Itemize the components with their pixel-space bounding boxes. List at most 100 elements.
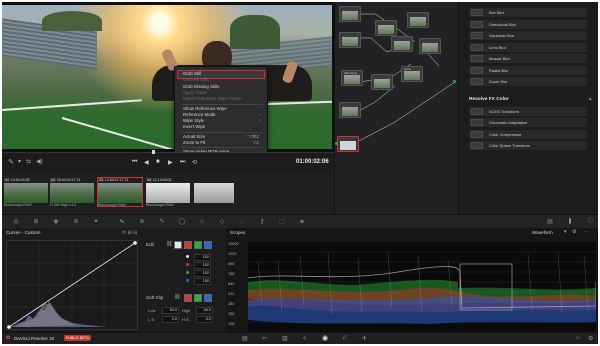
effect-item[interactable]: Lens Blur — [469, 42, 587, 52]
channel-green[interactable] — [194, 294, 202, 302]
rgb-mixer-icon[interactable]: ⊚ — [72, 218, 80, 226]
effect-item[interactable]: Color Space Transform — [469, 141, 587, 150]
picker-icon[interactable]: ✎ — [8, 158, 14, 166]
channel-red[interactable] — [184, 241, 192, 249]
curves-icon[interactable]: ∿ — [118, 218, 126, 226]
node-graph[interactable]: Skin Tone Glow — [334, 2, 459, 214]
color-warper-icon[interactable]: ⊕ — [138, 218, 146, 226]
effect-item[interactable]: Color Compressor — [469, 129, 587, 139]
color-page-icon[interactable]: ◉ — [322, 334, 328, 342]
effect-item[interactable]: Radial Blur — [469, 65, 587, 75]
curve-graph[interactable] — [6, 240, 138, 330]
menu-item[interactable]: Actual Size ⌥⌘Z — [183, 134, 263, 140]
input-node-dot[interactable] — [335, 142, 338, 145]
color-match-icon[interactable]: ⊞ — [32, 218, 40, 226]
node-selected[interactable] — [337, 136, 359, 152]
fairlight-page-icon[interactable]: ♫ — [342, 335, 347, 341]
edit-page-icon[interactable]: ▥ — [282, 335, 288, 342]
channel-y[interactable] — [174, 241, 182, 249]
settings-icon[interactable]: ⚙ — [588, 335, 593, 342]
high-value[interactable]: 50.0 — [196, 307, 213, 314]
effect-item[interactable]: Gaussian Blur — [469, 31, 587, 40]
channel-blue[interactable] — [204, 294, 212, 302]
effect-item[interactable]: Directional Blur — [469, 19, 587, 29]
output-node-dot[interactable] — [453, 80, 456, 83]
window-icon[interactable]: ◯ — [178, 218, 186, 226]
skip-back-icon[interactable]: ⏮ — [132, 159, 137, 166]
node[interactable] — [339, 32, 361, 48]
3d-icon[interactable]: ◈ — [298, 218, 306, 226]
stop-icon[interactable]: ■ — [156, 159, 160, 165]
link-icon[interactable]: ⛓ — [174, 294, 180, 300]
home-icon[interactable]: ⌂ — [576, 335, 580, 341]
menu-item[interactable]: Grab Still — [183, 71, 263, 77]
chevron-up-icon[interactable]: ▴ — [589, 96, 592, 102]
node[interactable] — [339, 6, 361, 22]
clip-thumbnail[interactable]: 02 00:00:00:17V1 H.264 High L4.0 — [50, 178, 94, 207]
color-wheels-icon[interactable]: ◉ — [52, 218, 60, 226]
scrub-bar[interactable] — [2, 152, 334, 153]
clip-thumbnail[interactable]: 03 14:50:47:17V1 Blackmagic RAW — [97, 177, 143, 207]
node[interactable] — [371, 74, 393, 90]
media-page-icon[interactable]: ▤ — [242, 335, 248, 342]
dropdown-icon[interactable]: ▾ — [18, 158, 21, 165]
sizing-icon[interactable]: ⬚ — [278, 218, 286, 226]
effect-item[interactable]: Chromatic Adaptation — [469, 118, 587, 127]
skip-forward-icon[interactable]: ⏭ — [180, 159, 185, 166]
menu-item[interactable]: Show Reference Wipe — [183, 106, 263, 112]
intensity-value[interactable]: 100 — [194, 262, 211, 269]
node-skin-tone[interactable]: Skin Tone — [341, 70, 363, 86]
fusion-page-icon[interactable]: ✧ — [302, 335, 307, 342]
motion-effects-icon[interactable]: ✦ — [92, 218, 100, 226]
key-icon[interactable]: ⚷ — [258, 218, 266, 226]
hs-value[interactable]: 0.0 — [196, 316, 213, 323]
effect-item[interactable]: Box Blur — [469, 8, 587, 17]
audio-icon[interactable]: ◀) — [36, 158, 43, 165]
more-options-icon[interactable]: ⋯ — [584, 229, 589, 235]
settings-icon[interactable]: ⚙ — [572, 229, 576, 235]
low-value[interactable]: 50.0 — [162, 307, 179, 314]
intensity-value[interactable]: 100 — [194, 270, 211, 277]
blur-icon[interactable]: ◌ — [238, 218, 246, 226]
play-reverse-icon[interactable]: ◀ — [144, 159, 149, 166]
menu-item[interactable]: Wipe Style › — [183, 118, 263, 124]
intensity-value[interactable]: 100 — [194, 254, 211, 261]
menu-item[interactable]: Invert Wipe — [183, 124, 263, 130]
node[interactable] — [339, 102, 361, 118]
magic-mask-icon[interactable]: ◇ — [218, 218, 226, 226]
node[interactable] — [419, 38, 441, 54]
menu-item[interactable]: Grab Missing Stills — [183, 84, 263, 90]
cut-page-icon[interactable]: ✂ — [262, 335, 267, 342]
scope-mode-select[interactable]: Waveform — [532, 230, 553, 235]
node[interactable] — [407, 12, 429, 28]
channel-red[interactable] — [184, 294, 192, 302]
node[interactable] — [375, 20, 397, 36]
clip-thumbnail[interactable]: 04 21:13:53:04 Blackmagic RAW — [146, 178, 190, 207]
ls-value[interactable]: 0.0 — [162, 316, 179, 323]
viewer-video-frame[interactable] — [2, 5, 332, 149]
intensity-value[interactable]: 100 — [194, 278, 211, 285]
channel-blue[interactable] — [204, 241, 212, 249]
loop-icon[interactable]: ⟲ — [192, 159, 197, 166]
effect-item[interactable]: ACES Transform — [469, 106, 587, 116]
clip-thumbnail[interactable]: 01 14:50:40:28 Blackmagic RAW — [4, 178, 48, 207]
play-icon[interactable]: ▶ — [168, 159, 173, 166]
chevron-down-icon[interactable]: ▾ — [564, 229, 567, 235]
clip-thumbnail[interactable] — [194, 178, 234, 206]
menu-item[interactable]: Zoom to Fit ⇧Z — [183, 140, 263, 146]
scopes-toggle-icon[interactable]: ▤ — [546, 218, 554, 226]
link-icon[interactable]: ⛓ — [166, 241, 172, 247]
deliver-page-icon[interactable]: ✈ — [362, 335, 367, 342]
node-glow[interactable]: Glow — [401, 66, 423, 82]
info-icon[interactable]: ⓘ — [586, 218, 594, 226]
waveform-toggle-icon[interactable]: ⫼ — [566, 218, 574, 226]
menu-item[interactable]: Reference Mode › — [183, 112, 263, 118]
wipe-icon[interactable]: ⇆ — [26, 158, 31, 165]
effect-item[interactable]: Mosaic Blur — [469, 54, 587, 63]
qualifier-icon[interactable]: ✎ — [158, 218, 166, 226]
effect-item[interactable]: Zoom Blur — [469, 77, 587, 86]
curve-tools-icons[interactable]: ⟲ ⊞ ⊟ — [122, 230, 137, 236]
playhead[interactable] — [152, 150, 155, 154]
tracker-icon[interactable]: ⊹ — [198, 218, 206, 226]
camera-raw-icon[interactable]: ◎ — [12, 218, 20, 226]
